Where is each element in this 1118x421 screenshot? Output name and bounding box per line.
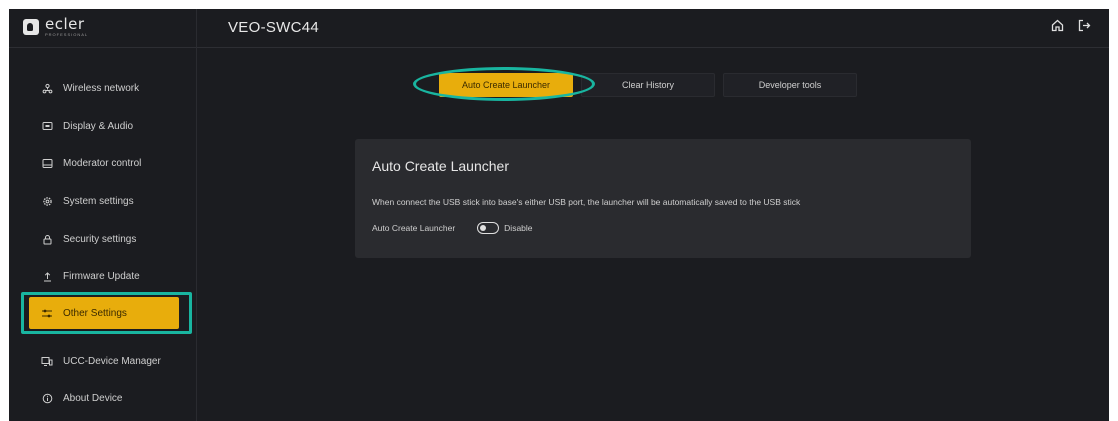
brand-subtitle: PROFESSIONAL — [45, 32, 89, 37]
wireless-icon — [35, 83, 59, 94]
gear-icon — [35, 196, 59, 207]
upload-icon — [35, 271, 59, 282]
moderator-icon — [35, 158, 59, 169]
sidebar-item-about-device[interactable]: About Device — [29, 382, 179, 414]
brand-logo-mark — [23, 19, 39, 35]
auto-create-launcher-toggle[interactable] — [477, 222, 500, 234]
annotation-highlight-ellipse — [413, 67, 595, 101]
logout-icon[interactable] — [1078, 19, 1091, 32]
tab-clear-history[interactable]: Clear History — [581, 73, 715, 97]
toggle-state-label: Disable — [504, 223, 533, 233]
top-bar: ecler PROFESSIONAL VEO-SWC44 — [9, 9, 1109, 48]
sidebar-divider — [196, 9, 197, 421]
sidebar-item-label: Firmware Update — [63, 270, 140, 282]
brand-logo: ecler PROFESSIONAL — [23, 17, 88, 37]
brand-name: ecler — [45, 15, 85, 33]
sidebar-item-system-settings[interactable]: System settings — [29, 185, 179, 217]
setting-row: Auto Create Launcher Disable — [372, 222, 533, 234]
home-icon[interactable] — [1051, 19, 1064, 32]
panel-description: When connect the USB stick into base's e… — [372, 197, 801, 207]
lock-icon — [35, 234, 59, 245]
settings-panel: Auto Create Launcher When connect the US… — [355, 139, 971, 258]
sidebar-item-label: Display & Audio — [63, 120, 134, 132]
device-name: VEO-SWC44 — [228, 19, 320, 36]
sidebar-item-label: UCC-Device Manager — [63, 355, 161, 367]
sidebar-item-label: System settings — [63, 195, 134, 207]
device-manager-icon — [35, 356, 59, 367]
sidebar-item-moderator-control[interactable]: Moderator control — [29, 147, 179, 179]
annotation-highlight-box — [21, 292, 192, 334]
tab-developer-tools[interactable]: Developer tools — [723, 73, 857, 97]
sidebar-item-firmware-update[interactable]: Firmware Update — [29, 260, 179, 292]
sidebar-item-label: Security settings — [63, 233, 137, 245]
info-icon — [35, 393, 59, 404]
sidebar-item-display-audio[interactable]: Display & Audio — [29, 110, 179, 142]
sidebar-item-label: About Device — [63, 392, 123, 404]
sidebar-item-security-settings[interactable]: Security settings — [29, 223, 179, 255]
sidebar-item-ucc-device-manager[interactable]: UCC-Device Manager — [29, 345, 179, 377]
sidebar: Wireless network Display & Audio Moderat… — [9, 48, 196, 421]
setting-label: Auto Create Launcher — [372, 223, 456, 233]
display-icon — [35, 121, 59, 132]
panel-title: Auto Create Launcher — [372, 158, 509, 174]
app-window: ecler PROFESSIONAL VEO-SWC44 Wireless ne… — [9, 9, 1109, 421]
sidebar-item-wireless-network[interactable]: Wireless network — [29, 72, 179, 104]
sidebar-item-label: Wireless network — [63, 82, 140, 94]
sidebar-item-label: Moderator control — [63, 157, 142, 169]
